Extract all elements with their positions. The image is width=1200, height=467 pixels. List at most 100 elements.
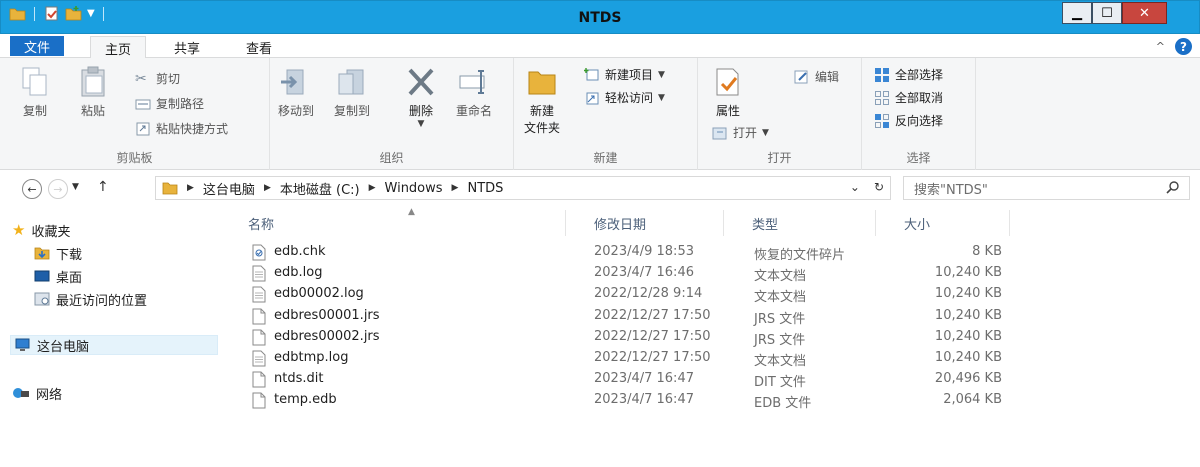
copy-path-button[interactable]: 复制路径 bbox=[135, 95, 204, 112]
open-button[interactable]: 打开 ▼ bbox=[712, 124, 769, 141]
new-item-button[interactable]: 新建项目 ▼ bbox=[584, 66, 665, 83]
delete-x-icon bbox=[408, 68, 434, 96]
file-name: edbtmp.log bbox=[274, 350, 349, 365]
properties-button[interactable]: 属性 bbox=[712, 66, 744, 119]
new-group: 新建 文件夹 新建项目 ▼ 轻松访问 ▼ 新建 bbox=[514, 58, 698, 170]
file-row[interactable]: ntds.dit 2023/4/7 16:47 DIT 文件 20,496 KB bbox=[244, 369, 1004, 390]
select-none-button[interactable]: 全部取消 bbox=[874, 89, 943, 106]
edit-button[interactable]: 编辑 bbox=[794, 68, 839, 85]
new-folder-icon bbox=[528, 71, 556, 95]
file-type: JRS 文件 bbox=[754, 332, 806, 348]
maximize-button[interactable]: ☐ bbox=[1092, 2, 1122, 24]
file-type: DIT 文件 bbox=[754, 375, 806, 391]
up-button[interactable]: ↑ bbox=[97, 179, 109, 195]
invert-selection-button[interactable]: 反向选择 bbox=[874, 112, 943, 129]
file-list: ▲ 名称 修改日期 类型 大小 edb.chk 2023/4/9 18:53 恢复的… bbox=[222, 207, 1200, 467]
nav-item-desktop[interactable]: 桌面 bbox=[34, 266, 82, 286]
text-file-icon bbox=[252, 350, 266, 367]
breadcrumb-windows[interactable]: Windows bbox=[385, 181, 443, 196]
open-dropdown-icon[interactable]: ▼ bbox=[762, 128, 769, 138]
paste-shortcut-button[interactable]: 粘贴快捷方式 bbox=[135, 120, 228, 137]
rename-button[interactable]: 重命名 bbox=[456, 66, 492, 119]
new-folder-button[interactable]: 新建 文件夹 bbox=[524, 66, 560, 136]
file-row[interactable]: temp.edb 2023/4/7 16:47 EDB 文件 2,064 KB bbox=[244, 390, 1004, 411]
collapse-ribbon-icon[interactable]: ^ bbox=[1156, 40, 1165, 53]
tab-share[interactable]: 共享 bbox=[160, 36, 214, 58]
blank-file-icon bbox=[252, 308, 266, 325]
column-header-type[interactable]: 类型 bbox=[724, 210, 876, 236]
paste-shortcut-icon bbox=[136, 122, 150, 135]
star-icon: ★ bbox=[12, 221, 26, 239]
forward-arrow-icon: → bbox=[53, 182, 63, 196]
nav-item-favorites[interactable]: ★ 收藏夹 bbox=[12, 220, 70, 240]
new-item-dropdown-icon[interactable]: ▼ bbox=[658, 70, 665, 80]
file-date: 2022/12/27 17:50 bbox=[594, 328, 711, 344]
tab-file[interactable]: 文件 bbox=[10, 36, 65, 56]
copy-to-button[interactable]: 复制到 bbox=[334, 66, 370, 119]
text-file-icon bbox=[252, 286, 266, 303]
help-icon[interactable]: ? bbox=[1175, 38, 1192, 55]
tab-view[interactable]: 查看 bbox=[232, 36, 286, 58]
nav-item-network[interactable]: 网络 bbox=[12, 383, 62, 403]
move-to-button[interactable]: 移动到 bbox=[278, 66, 314, 119]
blank-file-icon bbox=[252, 392, 266, 409]
close-button[interactable]: ✕ bbox=[1122, 2, 1167, 24]
nav-item-this-pc[interactable]: 这台电脑 bbox=[10, 335, 218, 355]
search-icon[interactable] bbox=[1165, 180, 1181, 196]
tab-home[interactable]: 主页 bbox=[90, 36, 147, 59]
breadcrumb-local-disk[interactable]: 本地磁盘 (C:) bbox=[280, 179, 360, 198]
search-input[interactable]: 搜索"NTDS" bbox=[903, 176, 1190, 200]
forward-button[interactable]: → bbox=[48, 179, 68, 199]
file-date: 2022/12/28 9:14 bbox=[594, 286, 703, 302]
file-name: ntds.dit bbox=[274, 371, 324, 387]
breadcrumb-this-pc[interactable]: 这台电脑 bbox=[203, 179, 255, 198]
column-header-size[interactable]: 大小 bbox=[876, 210, 1010, 236]
recent-places-icon bbox=[34, 292, 50, 306]
file-size: 10,240 KB bbox=[934, 350, 1002, 365]
file-row[interactable]: edb.log 2023/4/7 16:46 文本文档 10,240 KB bbox=[244, 263, 1004, 284]
copy-path-icon bbox=[135, 99, 151, 109]
file-size: 2,064 KB bbox=[943, 392, 1002, 408]
copy-button[interactable]: 复制 bbox=[20, 66, 50, 119]
ribbon: 复制 粘贴 ✂ 剪切 复制路径 粘贴快捷方式 剪贴板 移动到 复制到 删除 ▼ … bbox=[0, 58, 1200, 170]
delete-button[interactable]: 删除 ▼ bbox=[404, 66, 438, 129]
delete-dropdown-icon[interactable]: ▼ bbox=[418, 119, 425, 129]
window-title: NTDS bbox=[578, 10, 622, 26]
column-header-date[interactable]: 修改日期 bbox=[566, 210, 724, 236]
breadcrumb-chevron-icon[interactable]: ▶ bbox=[452, 183, 459, 193]
column-header-name[interactable]: ▲ 名称 bbox=[222, 207, 566, 236]
file-row[interactable]: edb.chk 2023/4/9 18:53 恢复的文件碎片 8 KB bbox=[244, 242, 1004, 263]
nav-item-downloads[interactable]: 下载 bbox=[34, 243, 82, 263]
breadcrumb-ntds[interactable]: NTDS bbox=[467, 181, 503, 196]
organize-group: 移动到 复制到 删除 ▼ 重命名 组织 bbox=[270, 58, 514, 170]
breadcrumb-chevron-icon[interactable]: ▶ bbox=[187, 183, 194, 193]
back-button[interactable]: ← bbox=[22, 179, 42, 199]
file-type: JRS 文件 bbox=[754, 311, 806, 327]
easy-access-button[interactable]: 轻松访问 ▼ bbox=[584, 89, 665, 106]
recent-locations-dropdown-icon[interactable]: ▼ bbox=[72, 182, 79, 192]
select-all-button[interactable]: 全部选择 bbox=[874, 66, 943, 83]
folder-icon bbox=[162, 182, 178, 195]
blank-file-icon bbox=[252, 329, 266, 346]
file-row[interactable]: edbres00001.jrs 2022/12/27 17:50 JRS 文件 10,… bbox=[244, 306, 1004, 327]
chk-file-icon bbox=[252, 244, 266, 261]
minimize-button[interactable]: ▁ bbox=[1062, 2, 1092, 24]
easy-access-icon bbox=[586, 92, 599, 104]
copy-to-icon bbox=[338, 69, 364, 95]
breadcrumb-chevron-icon[interactable]: ▶ bbox=[369, 183, 376, 193]
file-row[interactable]: edb00002.log 2022/12/28 9:14 文本文档 10,240 KB bbox=[244, 284, 1004, 305]
cut-button[interactable]: ✂ 剪切 bbox=[135, 70, 180, 87]
paste-button[interactable]: 粘贴 bbox=[78, 66, 108, 119]
breadcrumb-chevron-icon[interactable]: ▶ bbox=[264, 183, 271, 193]
easy-access-dropdown-icon[interactable]: ▼ bbox=[658, 93, 665, 103]
file-row[interactable]: edbtmp.log 2022/12/27 17:50 文本文档 10,240 KB bbox=[244, 348, 1004, 369]
file-name: edb.chk bbox=[274, 244, 326, 259]
file-size: 20,496 KB bbox=[934, 371, 1002, 387]
address-bar[interactable]: ▶ 这台电脑 ▶ 本地磁盘 (C:) ▶ Windows ▶ NTDS ⌄ ↻ bbox=[155, 176, 891, 200]
scissors-icon: ✂ bbox=[135, 70, 147, 87]
address-dropdown-icon[interactable]: ⌄ bbox=[850, 180, 860, 194]
nav-item-recent[interactable]: 最近访问的位置 bbox=[34, 289, 147, 309]
sort-ascending-icon: ▲ bbox=[408, 207, 415, 217]
refresh-icon[interactable]: ↻ bbox=[874, 180, 884, 194]
file-row[interactable]: edbres00002.jrs 2022/12/27 17:50 JRS 文件 10,… bbox=[244, 327, 1004, 348]
